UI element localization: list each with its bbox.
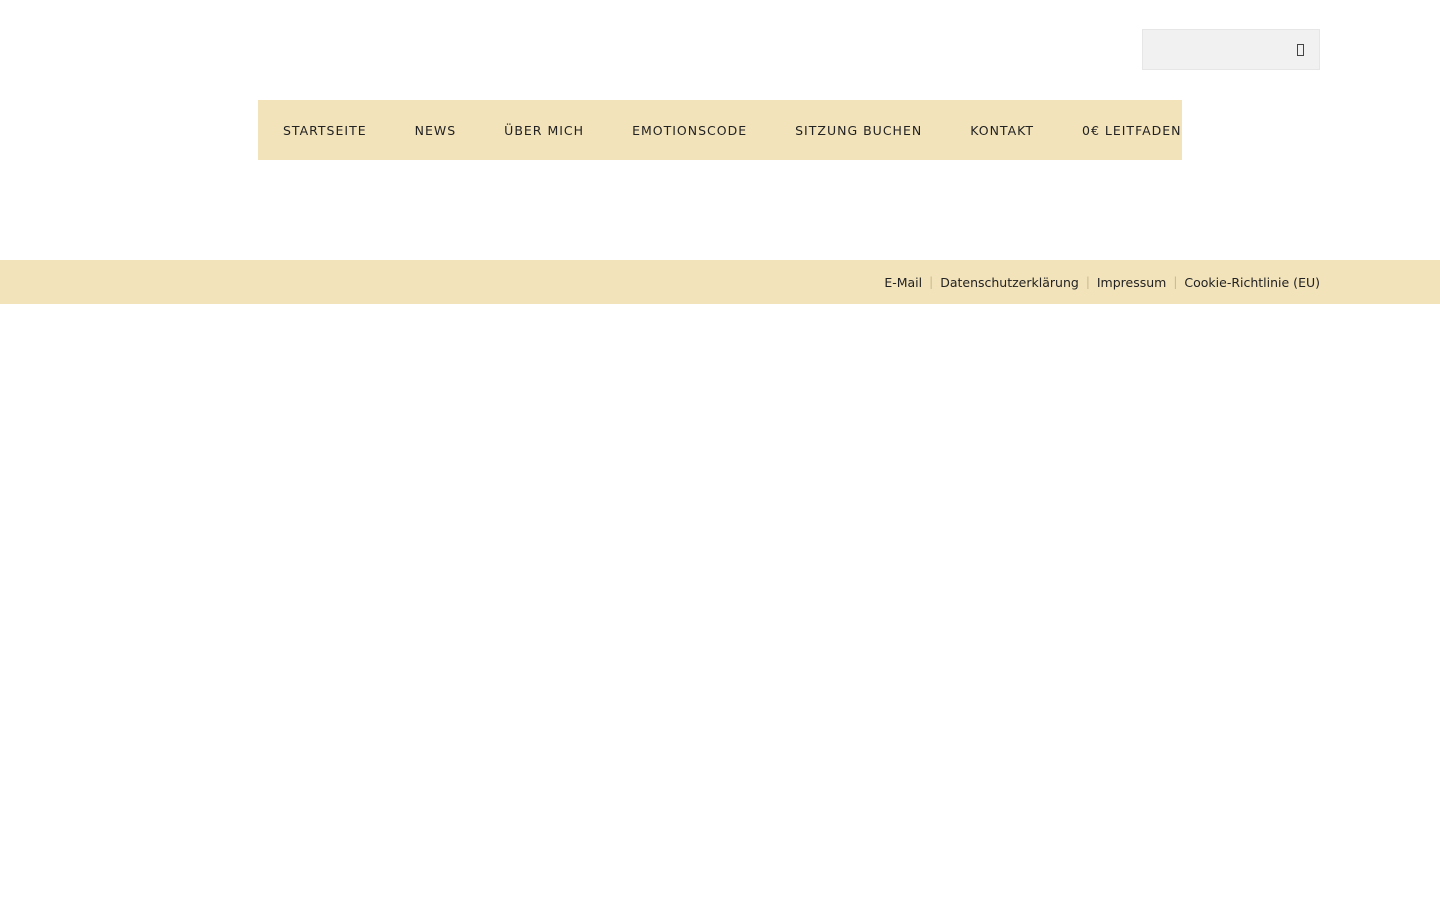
nav-item-sitzung-buchen[interactable]: SITZUNG BUCHEN — [795, 123, 922, 138]
footer-link-email[interactable]: E-Mail — [884, 275, 922, 290]
nav-item-news[interactable]: NEWS — [415, 123, 457, 138]
search-button[interactable] — [1281, 30, 1319, 69]
footer-link-datenschutz[interactable]: Datenschutzerklärung — [940, 275, 1079, 290]
nav-item-kontakt[interactable]: KONTAKT — [970, 123, 1034, 138]
search-form — [1142, 29, 1320, 70]
search-input[interactable] — [1143, 30, 1283, 69]
page: STARTSEITE NEWS ÜBER MICH EMOTIONSCODE S… — [0, 0, 1440, 900]
main-navigation: STARTSEITE NEWS ÜBER MICH EMOTIONSCODE S… — [258, 100, 1182, 160]
footer-link-impressum[interactable]: Impressum — [1097, 275, 1166, 290]
footer-link-cookie-richtlinie[interactable]: Cookie-Richtlinie (EU) — [1184, 275, 1320, 290]
nav-item-startseite[interactable]: STARTSEITE — [283, 123, 367, 138]
footer-bar: E-Mail | Datenschutzerklärung | Impressu… — [0, 260, 1440, 304]
nav-item-emotionscode[interactable]: EMOTIONSCODE — [632, 123, 747, 138]
footer-separator: | — [1173, 275, 1178, 289]
search-icon — [1296, 43, 1304, 56]
footer-separator: | — [929, 275, 934, 289]
nav-item-ueber-mich[interactable]: ÜBER MICH — [504, 123, 584, 138]
footer-links: E-Mail | Datenschutzerklärung | Impressu… — [884, 260, 1320, 304]
nav-item-leitfaden[interactable]: 0€ LEITFADEN — [1082, 123, 1182, 138]
footer-separator: | — [1085, 275, 1090, 289]
